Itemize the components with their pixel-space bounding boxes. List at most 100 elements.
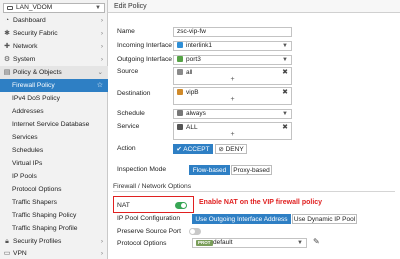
gear-icon: ⚙ bbox=[3, 56, 11, 63]
security-fabric-icon: ✱ bbox=[4, 30, 10, 37]
sidebar-item-dashboard[interactable]: ◔ Dashboard › bbox=[0, 14, 108, 27]
sidebar-item-vpn[interactable]: ▭ VPN › bbox=[0, 247, 108, 259]
service-list[interactable]: ALL ✖ + bbox=[173, 122, 292, 140]
remove-icon[interactable]: ✖ bbox=[282, 88, 288, 96]
edit-policy-panel: Edit Policy Name zsc-vip-fw Incoming Int… bbox=[108, 0, 400, 259]
sidebar-item-schedules[interactable]: Schedules bbox=[0, 144, 108, 157]
sidebar-item-addresses[interactable]: Addresses bbox=[0, 105, 108, 118]
chevron-down-icon: ⌄ bbox=[97, 69, 103, 76]
sidebar-item-label: Traffic Shaping Profile bbox=[12, 225, 78, 232]
inspection-mode-label: Inspection Mode bbox=[117, 166, 167, 173]
chevron-down-icon: ▼ bbox=[282, 57, 288, 63]
sidebar-item-label: Network bbox=[13, 43, 38, 50]
remove-icon[interactable]: ✖ bbox=[282, 123, 288, 131]
use-dynamic-ip-pool-button[interactable]: Use Dynamic IP Pool bbox=[292, 214, 357, 224]
incoming-interface-label: Incoming Interface bbox=[117, 42, 173, 49]
policy-icon: ▤ bbox=[3, 69, 11, 76]
sidebar-item-label: Firewall Policy bbox=[12, 82, 55, 89]
vpn-icon: ▭ bbox=[3, 250, 11, 257]
deny-button[interactable]: ⊘ DENY bbox=[215, 144, 247, 154]
preserve-source-port-label: Preserve Source Port bbox=[117, 228, 181, 235]
accept-button[interactable]: ✔ ACCEPT bbox=[173, 144, 213, 154]
sidebar-item-label: Protocol Options bbox=[12, 186, 62, 193]
add-service-icon[interactable]: + bbox=[174, 131, 291, 139]
action-label: Action bbox=[117, 145, 136, 152]
address-icon bbox=[177, 69, 183, 75]
name-field[interactable]: zsc-vip-fw bbox=[173, 27, 292, 37]
source-value: all bbox=[186, 69, 193, 76]
sidebar-item-traffic-shaping-profile[interactable]: Traffic Shaping Profile bbox=[0, 222, 108, 235]
chevron-right-icon: › bbox=[100, 43, 103, 50]
sidebar-item-ipv4-dos-policy[interactable]: IPv4 DoS Policy bbox=[0, 92, 108, 105]
flow-based-button[interactable]: Flow-based bbox=[189, 165, 230, 175]
sidebar-item-internet-service-database[interactable]: Internet Service Database bbox=[0, 118, 108, 131]
name-label: Name bbox=[117, 28, 135, 35]
destination-value: vipB bbox=[186, 89, 199, 96]
dashboard-icon: ◔ bbox=[4, 17, 10, 24]
star-icon[interactable]: ☆ bbox=[97, 79, 103, 92]
protocol-options-select[interactable]: PROT default ▼ bbox=[192, 238, 307, 248]
protocol-options-label: Protocol Options bbox=[117, 240, 167, 247]
sidebar-item-firewall-policy[interactable]: Firewall Policy ☆ bbox=[0, 79, 108, 92]
port-icon bbox=[177, 56, 183, 62]
incoming-interface-select[interactable]: interlink1 ▼ bbox=[173, 41, 292, 51]
vdom-icon bbox=[7, 6, 13, 10]
sidebar-item-label: VPN bbox=[13, 250, 27, 257]
preserve-source-port-toggle[interactable] bbox=[189, 228, 201, 235]
firewall-network-options-heading: Firewall / Network Options bbox=[113, 183, 395, 192]
sidebar-item-label: IPv4 DoS Policy bbox=[12, 95, 60, 102]
sidebar-item-label: Security Profiles bbox=[13, 238, 62, 245]
service-value: ALL bbox=[186, 124, 198, 131]
schedule-label: Schedule bbox=[117, 110, 145, 117]
sidebar-item-traffic-shaping-policy[interactable]: Traffic Shaping Policy bbox=[0, 209, 108, 222]
service-label: Service bbox=[117, 123, 140, 130]
add-destination-icon[interactable]: + bbox=[174, 96, 291, 104]
sidebar-item-services[interactable]: Services bbox=[0, 131, 108, 144]
sidebar-item-network[interactable]: ✚ Network › bbox=[0, 40, 108, 53]
highlight-box bbox=[113, 196, 194, 213]
incoming-interface-value: interlink1 bbox=[186, 42, 213, 49]
nat-annotation: Enable NAT on the VIP firewall policy bbox=[199, 199, 323, 206]
toggle-knob bbox=[190, 229, 195, 234]
sidebar-item-label: Dashboard bbox=[13, 17, 46, 24]
page-title: Edit Policy bbox=[108, 0, 400, 13]
service-icon bbox=[177, 124, 183, 130]
network-icon: ✚ bbox=[4, 43, 10, 50]
ip-pool-configuration-label: IP Pool Configuration bbox=[117, 215, 181, 222]
use-outgoing-interface-address-button[interactable]: Use Outgoing Interface Address bbox=[192, 214, 291, 224]
sidebar-item-label: System bbox=[13, 56, 36, 63]
sidebar-item-ip-pools[interactable]: IP Pools bbox=[0, 170, 108, 183]
outgoing-interface-select[interactable]: port3 ▼ bbox=[173, 55, 292, 65]
sidebar-item-security-fabric[interactable]: ✱ Security Fabric › bbox=[0, 27, 108, 40]
sidebar: LAN_VDOM ▼ ◔ Dashboard › ✱ Security Fabr… bbox=[0, 0, 108, 259]
sidebar-item-label: Virtual IPs bbox=[12, 160, 43, 167]
sidebar-item-policy-objects[interactable]: ▤ Policy & Objects ⌄ bbox=[0, 66, 108, 79]
schedule-select[interactable]: always ▼ bbox=[173, 109, 292, 119]
sidebar-item-label: Addresses bbox=[12, 108, 44, 115]
protocol-badge: PROT bbox=[196, 240, 213, 246]
proxy-based-button[interactable]: Proxy-based bbox=[231, 165, 272, 175]
vip-icon bbox=[177, 89, 183, 95]
outgoing-interface-label: Outgoing Interface bbox=[117, 56, 173, 63]
vdom-selector[interactable]: LAN_VDOM ▼ bbox=[3, 3, 105, 13]
chevron-right-icon: › bbox=[100, 17, 103, 24]
remove-icon[interactable]: ✖ bbox=[282, 68, 288, 76]
edit-icon[interactable]: ✎ bbox=[313, 237, 320, 246]
sidebar-item-label: Internet Service Database bbox=[12, 121, 90, 128]
sidebar-item-protocol-options[interactable]: Protocol Options bbox=[0, 183, 108, 196]
sidebar-item-label: IP Pools bbox=[12, 173, 37, 180]
sidebar-item-label: Traffic Shaping Policy bbox=[12, 212, 77, 219]
sidebar-item-virtual-ips[interactable]: Virtual IPs bbox=[0, 157, 108, 170]
schedule-value: always bbox=[186, 110, 206, 117]
destination-list[interactable]: vipB ✖ + bbox=[173, 87, 292, 105]
sidebar-item-label: Security Fabric bbox=[13, 30, 58, 37]
add-source-icon[interactable]: + bbox=[174, 76, 291, 84]
source-list[interactable]: all ✖ + bbox=[173, 67, 292, 85]
sidebar-item-system[interactable]: ⚙ System › bbox=[0, 53, 108, 66]
protocol-options-value: default bbox=[213, 239, 233, 246]
clock-icon bbox=[177, 110, 183, 116]
chevron-down-icon: ▼ bbox=[297, 240, 303, 246]
sidebar-item-traffic-shapers[interactable]: Traffic Shapers bbox=[0, 196, 108, 209]
chevron-down-icon: ▼ bbox=[282, 43, 288, 49]
chevron-down-icon: ▼ bbox=[282, 111, 288, 117]
